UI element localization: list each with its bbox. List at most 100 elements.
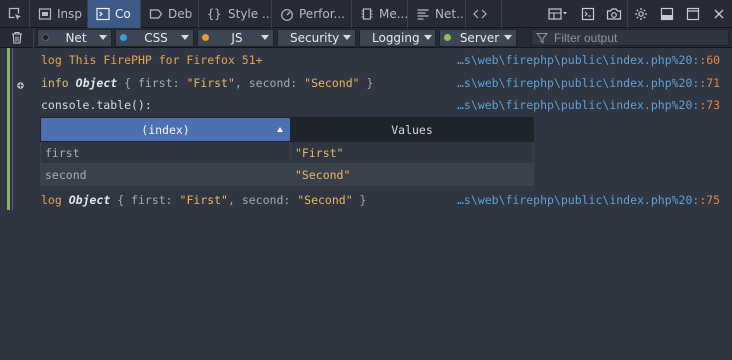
column-header-values[interactable]: Values [290,117,534,142]
chevron-down-icon [99,35,107,40]
clear-console-button[interactable] [0,27,34,48]
filter-label: Logging [372,30,420,45]
source-path: …s\web\firephp\public\index.php%20: [457,193,700,207]
message-source-link[interactable]: …s\web\firephp\public\index.php%20::71 [457,76,720,90]
filter-output-input[interactable] [554,30,724,45]
memory-icon [361,8,373,20]
tab-memory[interactable]: Me... [352,0,408,28]
filter-label: Security [290,30,340,45]
tab-performance[interactable]: Perfor... [272,0,352,28]
trash-icon [11,31,22,44]
console-output: log This FirePHP for Firefox 51+ …s\web\… [0,48,732,360]
message-source-link[interactable]: …s\web\firephp\public\index.php%20::75 [457,193,720,207]
tab-network[interactable]: Net... [408,0,466,28]
object-name[interactable]: Object [76,76,118,90]
source-path: …s\web\firephp\public\index.php%20: [457,53,700,67]
message-prefix: log [41,193,62,207]
source-line: :75 [699,193,721,207]
scratchpad-button[interactable] [575,0,601,28]
element-picker-icon [8,7,21,20]
object-props: , second: [227,193,298,207]
object-value: "Second" [297,193,353,207]
message-source-link[interactable]: …s\web\firephp\public\index.php%20::60 [457,53,720,67]
table-cell-value: "Second" [290,163,534,186]
tab-label: Style ... [228,7,272,21]
message-prefix: info [41,76,69,90]
message-source-link[interactable]: …s\web\firephp\public\index.php%20::73 [457,98,720,112]
tabbar-spacer [502,0,541,27]
console-message: log This FirePHP for Firefox 51+ …s\web\… [41,51,720,69]
chevron-down-icon [423,35,432,40]
css-status-dot [120,34,127,41]
object-close: } [359,76,374,90]
scratchpad-icon [581,7,595,21]
info-expand-icon[interactable] [17,82,24,89]
table-row: first "First" [40,141,534,164]
filter-output-field[interactable] [531,29,729,46]
chevron-down-icon [261,35,269,40]
object-value: "First" [186,76,235,90]
filter-css-button[interactable]: CSS [115,28,194,47]
table-cell-index: first [40,141,291,164]
dock-window-button[interactable] [680,0,706,28]
debugger-icon [149,9,163,19]
tab-debugger[interactable]: Deb [141,0,199,28]
tab-label: Net... [435,7,466,21]
tab-overflow[interactable] [466,0,502,28]
filter-net-button[interactable]: Net [37,28,112,47]
source-line: :73 [699,98,721,112]
tab-label: Perfor... [299,7,345,21]
filter-label: CSS [144,30,168,45]
frame-select-button[interactable] [541,0,575,28]
filter-label: JS [231,30,243,45]
object-close: } [352,193,367,207]
filter-logging-button[interactable]: Logging [359,28,436,47]
column-header-index[interactable]: (index) [40,117,291,142]
table-row: second "Second" [40,163,534,186]
chevron-down-icon [343,35,352,40]
tab-console[interactable]: Co [88,0,141,28]
filter-js-button[interactable]: JS [197,28,274,47]
tab-label: Me... [379,7,408,21]
message-group-divider [12,48,13,210]
network-icon [417,9,429,20]
object-value: "First" [179,193,228,207]
style-editor-icon: {} [207,7,222,21]
close-icon [714,9,724,19]
tab-style-editor[interactable]: {} Style ... [199,0,272,28]
screenshot-button[interactable] [601,0,627,28]
source-line: :60 [699,53,721,67]
message-call: console.table(): [41,98,152,112]
close-devtools-button[interactable] [706,0,732,28]
filter-security-button[interactable]: Security [277,28,356,47]
tab-inspector[interactable]: Insp [30,0,88,28]
code-brackets-icon [473,9,487,19]
console-filter-bar: Net CSS JS Security Logging Server [0,27,732,48]
element-picker-button[interactable] [0,0,30,28]
console-table: (index) Values first "First" second "Sec… [40,117,534,186]
message-prefix: log [41,53,62,67]
frames-icon [548,8,567,20]
gear-icon [635,8,647,20]
net-status-dot [42,34,49,41]
console-icon [96,7,110,21]
funnel-icon [536,32,548,43]
settings-button[interactable] [628,0,654,28]
server-status-dot [444,34,451,41]
filter-server-button[interactable]: Server [439,28,517,47]
dock-side-button[interactable] [654,0,680,28]
source-path: …s\web\firephp\public\index.php%20: [457,76,700,90]
console-message: log Object { first: "First", second: "Se… [41,191,720,209]
dock-window-icon [686,7,700,21]
object-props: , second: [234,76,305,90]
message-group-indicator [7,48,10,210]
performance-icon [281,9,293,21]
chevron-down-icon [181,35,189,40]
object-name[interactable]: Object [69,193,111,207]
filter-label: Net [65,30,87,45]
sort-ascending-icon [277,127,283,132]
console-message: console.table(): …s\web\firephp\public\i… [41,96,720,114]
tab-label: Insp [57,7,83,21]
column-label: Values [391,122,433,137]
inspector-icon [38,8,52,20]
